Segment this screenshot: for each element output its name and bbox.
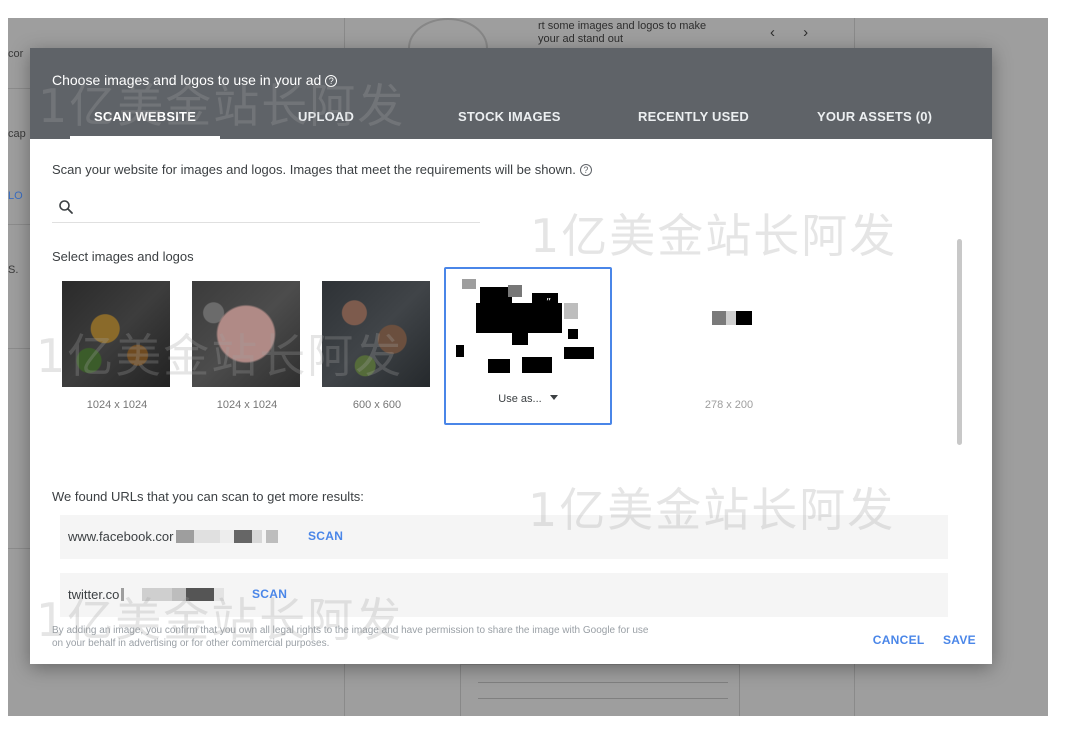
redaction-block <box>251 530 262 543</box>
dialog-body: Scan your website for images and logos. … <box>30 139 992 664</box>
background-line <box>478 698 728 699</box>
thumbnail-caption: 600 x 600 <box>352 399 402 411</box>
redaction-block <box>172 588 187 601</box>
use-as-label: Use as... <box>498 393 542 405</box>
tab-upload[interactable]: UPLOAD <box>298 106 354 139</box>
scrollbar[interactable] <box>957 239 962 445</box>
use-as-dropdown[interactable]: Use as... <box>446 393 610 405</box>
dialog-actions: CANCEL SAVE <box>859 631 976 649</box>
background-label: LO <box>8 190 23 202</box>
thumbnail-image <box>62 281 170 387</box>
thumbnail-caption: 1024 x 1024 <box>86 399 148 411</box>
thumbnail-item[interactable]: 1024 x 1024 <box>52 273 182 431</box>
urls-label: We found URLs that you can scan to get m… <box>52 489 364 504</box>
select-images-label: Select images and logos <box>52 249 194 264</box>
thumbnail-grid: 1024 x 1024 1024 x 1024 600 x 600 ” Use … <box>52 267 952 433</box>
redaction-block <box>265 530 278 543</box>
thumbnail-caption: 1024 x 1024 <box>216 399 278 411</box>
url-row: twitter.co SCAN <box>60 573 948 617</box>
redaction-block <box>124 588 142 601</box>
thumbnail-item[interactable]: 600 x 600 <box>312 273 442 431</box>
background-hint-line: your ad stand out <box>538 33 624 45</box>
chevron-down-icon <box>549 395 558 400</box>
thumbnail-image <box>712 311 752 325</box>
legal-disclaimer: By adding an image, you confirm that you… <box>52 625 649 649</box>
tab-bar: SCAN WEBSITE UPLOAD STOCK IMAGES RECENTL… <box>30 106 992 139</box>
background-label: cor <box>8 48 24 60</box>
redaction-block <box>142 588 173 601</box>
background-hint-line: rt some images and logos to make <box>538 20 707 32</box>
intro-text-label: Scan your website for images and logos. … <box>52 162 576 177</box>
thumbnail-item[interactable]: 278 x 200 <box>664 273 794 431</box>
tab-stock-images[interactable]: STOCK IMAGES <box>458 106 561 139</box>
url-text: www.facebook.cor <box>68 529 278 544</box>
thumbnail-image <box>192 281 300 387</box>
background-box <box>460 664 740 716</box>
dialog-title: Choose images and logos to use in your a… <box>52 72 338 88</box>
background-label: S. <box>8 264 19 276</box>
dialog-header: Choose images and logos to use in your a… <box>30 48 992 139</box>
background-label: cap <box>8 128 26 140</box>
url-text: twitter.co <box>68 587 225 602</box>
url-text-value: www.facebook.cor <box>68 529 174 544</box>
help-icon[interactable]: ? <box>325 75 338 87</box>
cancel-button[interactable]: CANCEL <box>873 633 925 647</box>
scan-button[interactable]: SCAN <box>252 587 287 601</box>
redaction-block <box>219 530 234 543</box>
dialog-title-text: Choose images and logos to use in your a… <box>52 72 322 88</box>
search-input[interactable] <box>86 195 466 219</box>
redaction-block <box>186 588 215 601</box>
logo-image: ” <box>456 279 594 373</box>
scan-button[interactable]: SCAN <box>308 529 343 543</box>
image-picker-dialog: Choose images and logos to use in your a… <box>30 48 992 664</box>
background-hint: rt some images and logos to make your ad… <box>538 20 706 46</box>
intro-text: Scan your website for images and logos. … <box>52 162 592 177</box>
thumbnail-image <box>322 281 430 387</box>
thumbnail-caption: 278 x 200 <box>704 399 754 411</box>
url-text-value: twitter.co <box>68 587 120 602</box>
redaction-block <box>193 530 220 543</box>
tab-your-assets[interactable]: YOUR ASSETS (0) <box>817 106 932 139</box>
search-icon <box>59 200 73 214</box>
redaction-block <box>175 530 194 543</box>
search-row <box>52 191 480 223</box>
svg-text:”: ” <box>546 297 551 308</box>
help-icon[interactable]: ? <box>579 164 592 176</box>
thumbnail-item-selected[interactable]: ” Use as... <box>444 267 612 425</box>
tab-scan-website[interactable]: SCAN WEBSITE <box>70 106 220 139</box>
background-line <box>478 682 728 683</box>
tab-recently-used[interactable]: RECENTLY USED <box>638 106 749 139</box>
url-row: www.facebook.cor SCAN <box>60 515 948 559</box>
redaction-block <box>233 530 252 543</box>
redaction-block <box>214 588 225 601</box>
save-button[interactable]: SAVE <box>943 633 976 647</box>
background-arrows: ‹ › <box>770 24 821 41</box>
thumbnail-item[interactable]: 1024 x 1024 <box>182 273 312 431</box>
